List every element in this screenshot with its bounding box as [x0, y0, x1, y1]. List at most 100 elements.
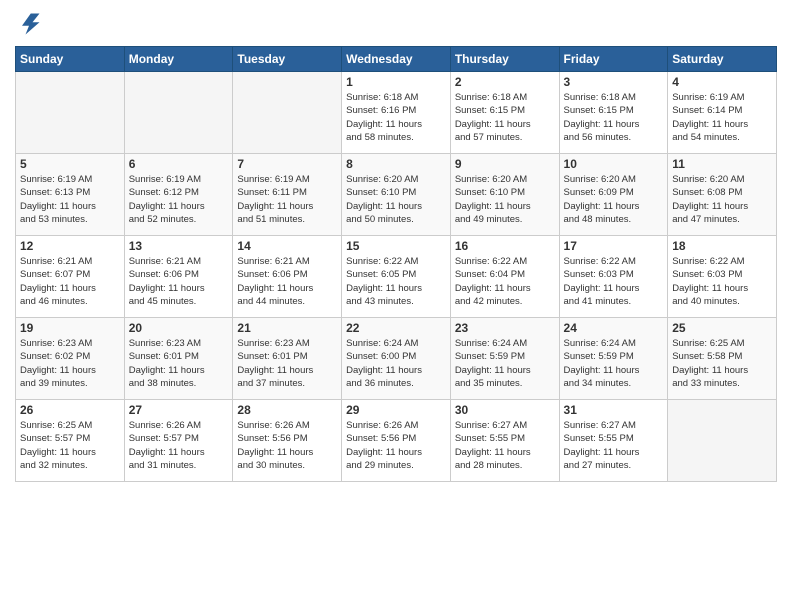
day-number: 31 [564, 403, 664, 417]
page-container: SundayMondayTuesdayWednesdayThursdayFrid… [0, 0, 792, 612]
day-number: 21 [237, 321, 337, 335]
calendar-cell: 24 Sunrise: 6:24 AM Sunset: 5:59 PM Dayli… [559, 318, 668, 400]
day-info: Sunrise: 6:23 AM Sunset: 6:02 PM Dayligh… [20, 337, 120, 390]
day-number: 18 [672, 239, 772, 253]
day-number: 22 [346, 321, 446, 335]
calendar-cell: 16 Sunrise: 6:22 AM Sunset: 6:04 PM Dayli… [450, 236, 559, 318]
day-number: 6 [129, 157, 229, 171]
day-number: 30 [455, 403, 555, 417]
day-info: Sunrise: 6:23 AM Sunset: 6:01 PM Dayligh… [237, 337, 337, 390]
calendar-cell: 19 Sunrise: 6:23 AM Sunset: 6:02 PM Dayli… [16, 318, 125, 400]
day-info: Sunrise: 6:25 AM Sunset: 5:58 PM Dayligh… [672, 337, 772, 390]
day-number: 16 [455, 239, 555, 253]
calendar-cell: 25 Sunrise: 6:25 AM Sunset: 5:58 PM Dayli… [668, 318, 777, 400]
day-info: Sunrise: 6:21 AM Sunset: 6:06 PM Dayligh… [237, 255, 337, 308]
calendar-week-5: 26 Sunrise: 6:25 AM Sunset: 5:57 PM Dayli… [16, 400, 777, 482]
day-info: Sunrise: 6:22 AM Sunset: 6:04 PM Dayligh… [455, 255, 555, 308]
day-info: Sunrise: 6:27 AM Sunset: 5:55 PM Dayligh… [455, 419, 555, 472]
calendar-cell: 27 Sunrise: 6:26 AM Sunset: 5:57 PM Dayli… [124, 400, 233, 482]
day-number: 2 [455, 75, 555, 89]
day-number: 20 [129, 321, 229, 335]
calendar-cell: 3 Sunrise: 6:18 AM Sunset: 6:15 PM Daylig… [559, 72, 668, 154]
day-info: Sunrise: 6:21 AM Sunset: 6:06 PM Dayligh… [129, 255, 229, 308]
day-info: Sunrise: 6:22 AM Sunset: 6:03 PM Dayligh… [672, 255, 772, 308]
day-number: 3 [564, 75, 664, 89]
day-info: Sunrise: 6:20 AM Sunset: 6:08 PM Dayligh… [672, 173, 772, 226]
day-header-wednesday: Wednesday [342, 47, 451, 72]
calendar-cell: 13Sunrise: 6:21 AM Sunset: 6:06 PM Dayli… [124, 236, 233, 318]
day-number: 15 [346, 239, 446, 253]
day-number: 29 [346, 403, 446, 417]
day-info: Sunrise: 6:20 AM Sunset: 6:09 PM Dayligh… [564, 173, 664, 226]
calendar-cell: 31 Sunrise: 6:27 AM Sunset: 5:55 PM Dayli… [559, 400, 668, 482]
day-header-sunday: Sunday [16, 47, 125, 72]
calendar-cell: 26 Sunrise: 6:25 AM Sunset: 5:57 PM Dayli… [16, 400, 125, 482]
day-number: 28 [237, 403, 337, 417]
day-number: 25 [672, 321, 772, 335]
day-number: 19 [20, 321, 120, 335]
day-number: 12 [20, 239, 120, 253]
calendar-cell: 17Sunrise: 6:22 AM Sunset: 6:03 PM Dayli… [559, 236, 668, 318]
calendar-cell [233, 72, 342, 154]
day-number: 26 [20, 403, 120, 417]
calendar-week-4: 19 Sunrise: 6:23 AM Sunset: 6:02 PM Dayli… [16, 318, 777, 400]
day-number: 27 [129, 403, 229, 417]
day-info: Sunrise: 6:23 AM Sunset: 6:01 PM Dayligh… [129, 337, 229, 390]
calendar: SundayMondayTuesdayWednesdayThursdayFrid… [15, 46, 777, 482]
logo-icon [15, 10, 43, 38]
calendar-cell: 8Sunrise: 6:20 AM Sunset: 6:10 PM Daylig… [342, 154, 451, 236]
day-number: 10 [564, 157, 664, 171]
day-info: Sunrise: 6:26 AM Sunset: 5:57 PM Dayligh… [129, 419, 229, 472]
day-info: Sunrise: 6:24 AM Sunset: 5:59 PM Dayligh… [455, 337, 555, 390]
header [15, 10, 777, 38]
day-info: Sunrise: 6:20 AM Sunset: 6:10 PM Dayligh… [455, 173, 555, 226]
day-header-thursday: Thursday [450, 47, 559, 72]
day-info: Sunrise: 6:25 AM Sunset: 5:57 PM Dayligh… [20, 419, 120, 472]
calendar-week-3: 12Sunrise: 6:21 AM Sunset: 6:07 PM Dayli… [16, 236, 777, 318]
day-header-monday: Monday [124, 47, 233, 72]
calendar-cell: 10 Sunrise: 6:20 AM Sunset: 6:09 PM Dayli… [559, 154, 668, 236]
day-info: Sunrise: 6:26 AM Sunset: 5:56 PM Dayligh… [346, 419, 446, 472]
calendar-cell: 7 Sunrise: 6:19 AM Sunset: 6:11 PM Daylig… [233, 154, 342, 236]
day-number: 11 [672, 157, 772, 171]
calendar-cell: 9Sunrise: 6:20 AM Sunset: 6:10 PM Daylig… [450, 154, 559, 236]
day-info: Sunrise: 6:18 AM Sunset: 6:15 PM Dayligh… [564, 91, 664, 144]
day-info: Sunrise: 6:27 AM Sunset: 5:55 PM Dayligh… [564, 419, 664, 472]
day-header-friday: Friday [559, 47, 668, 72]
day-number: 7 [237, 157, 337, 171]
day-info: Sunrise: 6:19 AM Sunset: 6:14 PM Dayligh… [672, 91, 772, 144]
day-number: 14 [237, 239, 337, 253]
calendar-cell: 5 Sunrise: 6:19 AM Sunset: 6:13 PM Daylig… [16, 154, 125, 236]
calendar-cell: 20 Sunrise: 6:23 AM Sunset: 6:01 PM Dayli… [124, 318, 233, 400]
calendar-cell: 14 Sunrise: 6:21 AM Sunset: 6:06 PM Dayli… [233, 236, 342, 318]
day-number: 24 [564, 321, 664, 335]
day-info: Sunrise: 6:19 AM Sunset: 6:12 PM Dayligh… [129, 173, 229, 226]
calendar-cell: 23 Sunrise: 6:24 AM Sunset: 5:59 PM Dayli… [450, 318, 559, 400]
calendar-cell [668, 400, 777, 482]
day-info: Sunrise: 6:18 AM Sunset: 6:15 PM Dayligh… [455, 91, 555, 144]
day-info: Sunrise: 6:22 AM Sunset: 6:05 PM Dayligh… [346, 255, 446, 308]
calendar-cell: 21 Sunrise: 6:23 AM Sunset: 6:01 PM Dayli… [233, 318, 342, 400]
logo [15, 10, 47, 38]
calendar-cell: 28Sunrise: 6:26 AM Sunset: 5:56 PM Dayli… [233, 400, 342, 482]
day-info: Sunrise: 6:19 AM Sunset: 6:13 PM Dayligh… [20, 173, 120, 226]
calendar-cell: 18 Sunrise: 6:22 AM Sunset: 6:03 PM Dayli… [668, 236, 777, 318]
day-info: Sunrise: 6:18 AM Sunset: 6:16 PM Dayligh… [346, 91, 446, 144]
calendar-week-1: 1 Sunrise: 6:18 AM Sunset: 6:16 PM Daylig… [16, 72, 777, 154]
calendar-cell: 12Sunrise: 6:21 AM Sunset: 6:07 PM Dayli… [16, 236, 125, 318]
calendar-header-row: SundayMondayTuesdayWednesdayThursdayFrid… [16, 47, 777, 72]
day-number: 8 [346, 157, 446, 171]
day-header-tuesday: Tuesday [233, 47, 342, 72]
day-info: Sunrise: 6:24 AM Sunset: 5:59 PM Dayligh… [564, 337, 664, 390]
day-number: 5 [20, 157, 120, 171]
day-number: 23 [455, 321, 555, 335]
day-number: 1 [346, 75, 446, 89]
day-info: Sunrise: 6:19 AM Sunset: 6:11 PM Dayligh… [237, 173, 337, 226]
day-number: 4 [672, 75, 772, 89]
day-info: Sunrise: 6:22 AM Sunset: 6:03 PM Dayligh… [564, 255, 664, 308]
calendar-cell [124, 72, 233, 154]
calendar-cell: 30 Sunrise: 6:27 AM Sunset: 5:55 PM Dayli… [450, 400, 559, 482]
calendar-cell: 29 Sunrise: 6:26 AM Sunset: 5:56 PM Dayli… [342, 400, 451, 482]
calendar-cell [16, 72, 125, 154]
day-info: Sunrise: 6:24 AM Sunset: 6:00 PM Dayligh… [346, 337, 446, 390]
